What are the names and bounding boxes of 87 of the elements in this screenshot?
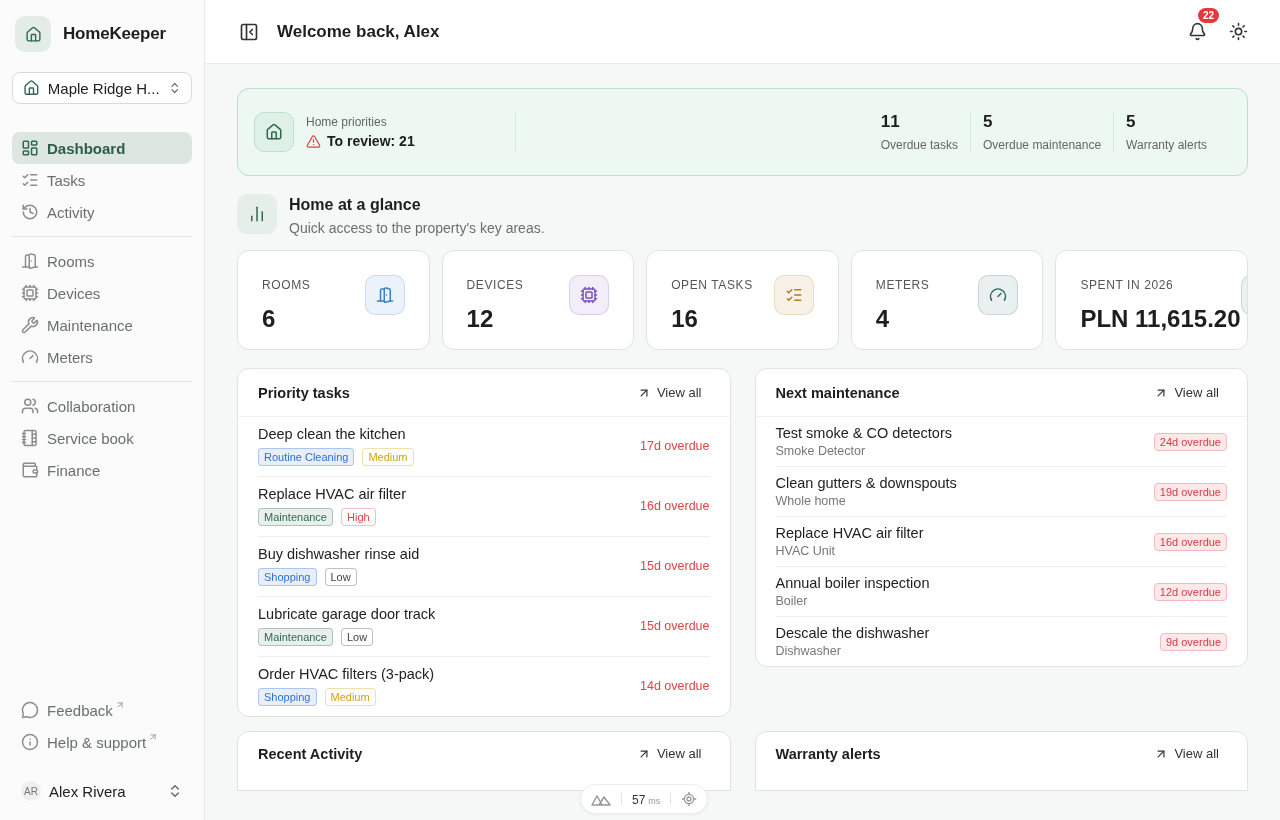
maintenance-title: Clean gutters & downspouts	[775, 475, 957, 491]
card-label: ROOMS	[262, 278, 311, 292]
view-all-link[interactable]: View all	[636, 746, 702, 761]
timing-readout: 57 ms	[632, 792, 661, 808]
summary-card[interactable]: SPENT IN 2026 PLN 11,615.20	[1055, 250, 1248, 350]
priority-tag: Medium	[362, 448, 414, 466]
overdue-label: 15d overdue	[640, 559, 710, 573]
card-value: 4	[875, 305, 891, 333]
section-title: Home at a glance	[289, 196, 422, 214]
nav-item[interactable]: Rooms	[12, 245, 192, 277]
priority-tag: Low	[341, 628, 374, 646]
panel-title: Priority tasks	[258, 384, 350, 401]
nav-item[interactable]: Activity	[12, 196, 192, 228]
nav-item[interactable]: Maintenance	[12, 309, 192, 341]
nav-item[interactable]: Meters	[12, 341, 192, 373]
avatar: AR	[21, 781, 41, 801]
summary-card[interactable]: ROOMS 6	[237, 250, 430, 350]
category-tag: Shopping	[258, 688, 317, 706]
priority-tag: Medium	[324, 688, 376, 706]
section-subtitle: Quick access to the property's key areas.	[289, 220, 545, 236]
user-menu[interactable]: AR Alex Rivera	[12, 774, 192, 808]
overdue-label: 17d overdue	[640, 439, 710, 453]
stat-value: 5	[1126, 112, 1138, 132]
task-title: Buy dishwasher rinse aid	[258, 546, 420, 562]
notification-badge: 22	[1197, 8, 1219, 23]
nav-item[interactable]: Devices	[12, 277, 192, 309]
overdue-badge: 24d overdue	[1153, 432, 1227, 451]
priority-tag: Low	[324, 568, 357, 586]
card-label: DEVICES	[466, 278, 524, 292]
view-all-link[interactable]: View all	[636, 385, 702, 400]
nav-item[interactable]: Finance	[12, 454, 192, 486]
stat-value: 11	[880, 112, 902, 132]
card-value: PLN 11,615.20	[1080, 305, 1241, 333]
overdue-badge: 16d overdue	[1153, 532, 1227, 551]
card-label: SPENT IN 2026	[1080, 278, 1174, 292]
panel-title: Next maintenance	[775, 384, 900, 401]
category-tag: Routine Cleaning	[258, 448, 355, 466]
banner-label: Home priorities	[306, 115, 388, 129]
stat-label: Overdue maintenance	[983, 138, 1102, 152]
view-all-link[interactable]: View all	[1154, 385, 1219, 400]
maintenance-subject: HVAC Unit	[775, 544, 836, 558]
maintenance-subject: Boiler	[775, 594, 809, 608]
view-all-link[interactable]: View all	[1154, 746, 1219, 761]
summary-card[interactable]: OPEN TASKS 16	[646, 250, 839, 350]
panel-title: Recent Activity	[258, 746, 363, 762]
maintenance-subject: Smoke Detector	[775, 444, 867, 458]
overdue-label: 16d overdue	[640, 499, 710, 513]
task-title: Replace HVAC air filter	[258, 486, 406, 502]
category-tag: Maintenance	[258, 508, 333, 526]
priority-tag: High	[341, 508, 376, 526]
footer-link[interactable]: Feedback	[12, 694, 192, 726]
nav-item[interactable]: Service book	[12, 422, 192, 454]
task-title: Lubricate garage door track	[258, 606, 436, 622]
overdue-label: 15d overdue	[640, 619, 710, 633]
overdue-badge: 12d overdue	[1153, 582, 1227, 601]
maintenance-subject: Dishwasher	[775, 644, 842, 658]
overdue-badge: 19d overdue	[1153, 482, 1227, 501]
overdue-label: 14d overdue	[640, 679, 710, 693]
nav-item[interactable]: Collaboration	[12, 390, 192, 422]
page-title: Welcome back, Alex	[277, 21, 441, 42]
property-selector[interactable]: Maple Ridge H...	[12, 72, 192, 104]
card-label: OPEN TASKS	[671, 278, 753, 292]
nav-item[interactable]: Tasks	[12, 164, 192, 196]
panel-title: Warranty alerts	[775, 746, 881, 762]
task-title: Deep clean the kitchen	[258, 426, 407, 442]
brand-name: HomeKeeper	[63, 24, 166, 44]
maintenance-title: Replace HVAC air filter	[775, 525, 924, 541]
maintenance-subject: Whole home	[775, 494, 847, 508]
summary-card[interactable]: DEVICES 12	[441, 250, 635, 350]
stat-label: Overdue tasks	[880, 138, 958, 152]
maintenance-title: Test smoke & CO detectors	[775, 425, 952, 441]
task-title: Order HVAC filters (3-pack)	[258, 666, 435, 682]
overdue-badge: 9d overdue	[1159, 632, 1227, 651]
review-count: To review: 21	[306, 133, 415, 149]
category-tag: Shopping	[258, 568, 317, 586]
card-value: 6	[262, 305, 277, 333]
card-label: METERS	[875, 278, 930, 292]
category-tag: Maintenance	[258, 628, 333, 646]
summary-card[interactable]: METERS 4	[850, 250, 1044, 350]
nav-item[interactable]: Dashboard	[12, 132, 192, 164]
footer-link[interactable]: Help & support	[12, 726, 192, 758]
stat-value: 5	[983, 112, 995, 132]
maintenance-title: Descale the dishwasher	[775, 625, 930, 641]
card-value: 12	[466, 305, 495, 333]
stat-label: Warranty alerts	[1126, 138, 1207, 152]
card-value: 16	[671, 305, 699, 333]
maintenance-title: Annual boiler inspection	[775, 575, 930, 591]
